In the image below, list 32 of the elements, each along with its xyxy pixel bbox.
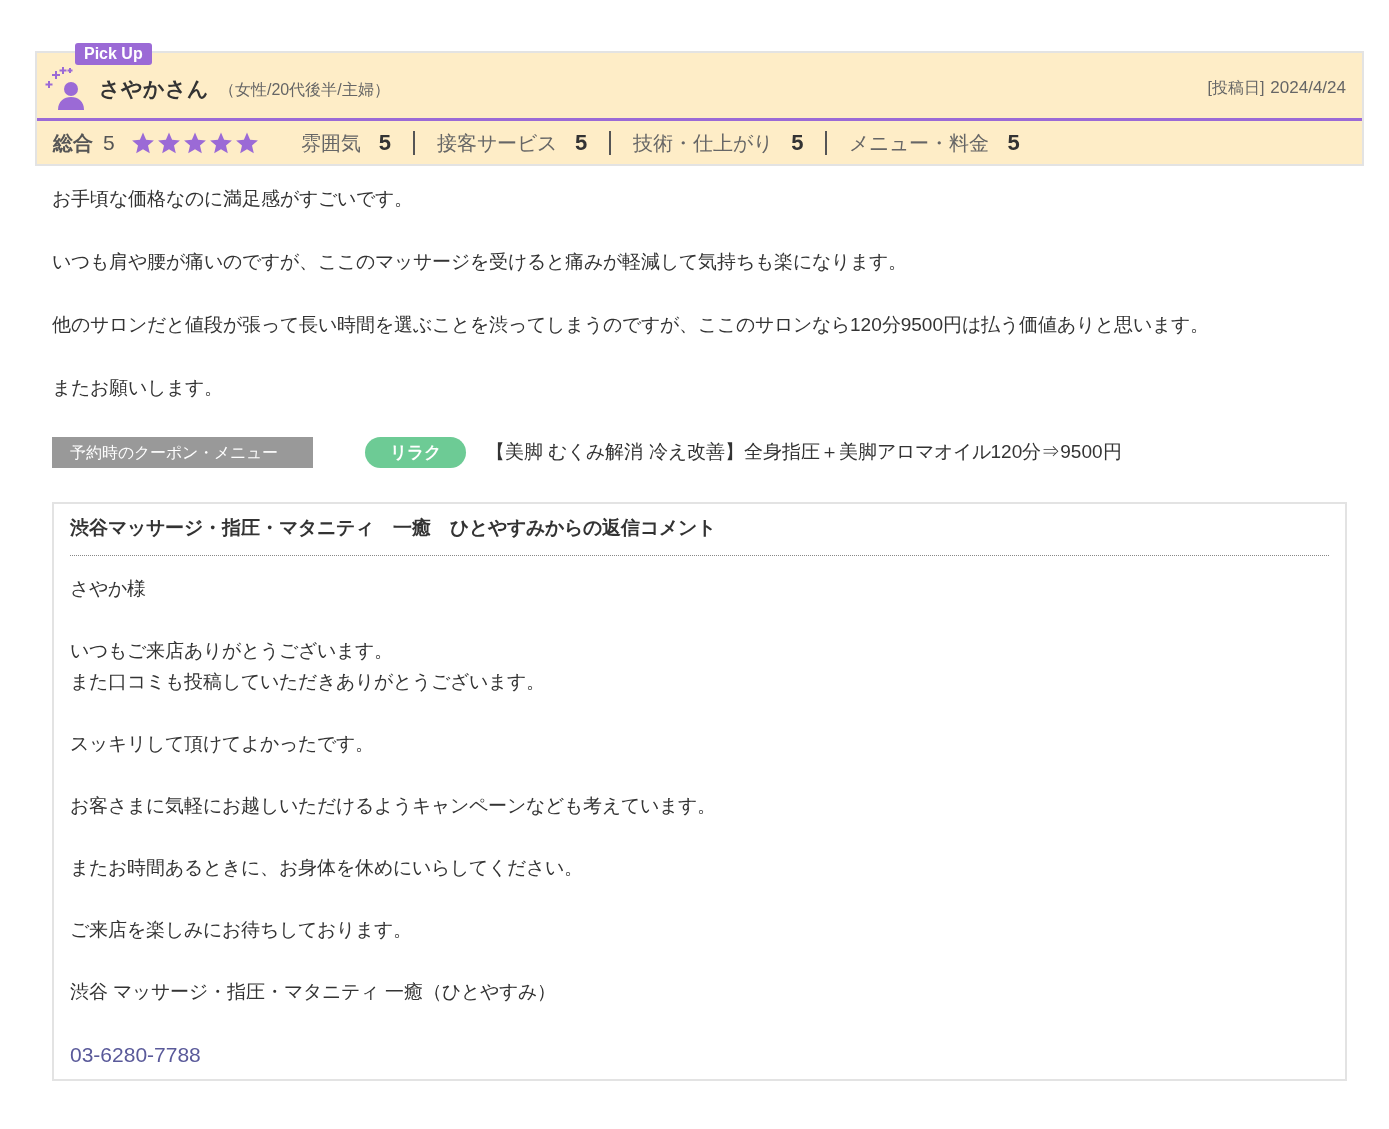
reply-title: 渋谷マッサージ・指圧・マタニティ 一癒 ひとやすみからの返信コメント	[70, 517, 716, 538]
reviewer-name: さやかさん	[99, 75, 209, 102]
rating-label: 雰囲気	[300, 130, 361, 156]
coupon-menu-text: 【美脚 むくみ解消 冷え改善】全身指圧＋美脚アロマオイル120分⇒9500円	[486, 440, 1122, 465]
post-date-label: [投稿日]	[1207, 77, 1265, 98]
review-paragraph: お手頃な価格なのに満足感がすごいです。	[52, 187, 414, 211]
rating-score: 5	[574, 129, 588, 157]
overall-score: 5	[103, 129, 115, 156]
review-paragraph: 他のサロンだと値段が張って長い時間を選ぶことを渋ってしまうのですが、ここのサロンなら120分9500円は払う価値ありと思います。	[52, 313, 1210, 337]
rating-label: 接客サービス	[436, 130, 557, 156]
review-paragraph: またお願いします。	[52, 376, 224, 400]
phone-link[interactable]: 03-6280-7788	[70, 1040, 201, 1069]
reply-text-line: さやか様	[70, 576, 147, 601]
rating-score: 5	[378, 129, 391, 157]
reply-text-line: 渋谷 マッサージ・指圧・マタニティ 一癒（ひとやすみ）	[70, 979, 557, 1004]
category-tag: リラク	[365, 437, 466, 468]
reply-text-line: また口コミも投稿していただきありがとうございます。	[70, 669, 546, 694]
rating-label: メニュー・料金	[849, 130, 990, 156]
coupon-label: 予約時のクーポン・メニュー	[52, 437, 313, 468]
rating-score: 5	[1007, 129, 1020, 157]
reply-text-line: スッキリして頂けてよかったです。	[70, 731, 375, 756]
pick-up-badge: Pick Up	[75, 43, 152, 65]
reply-text-line: またお時間あるときに、お身体を休めにいらしてください。	[70, 855, 584, 880]
reviewer-profile: （女性/20代後半/主婦）	[219, 79, 390, 100]
reply-text-line: いつもご来店ありがとうございます。	[70, 638, 394, 663]
post-date: 2024/4/24	[1270, 76, 1346, 99]
rating-score: 5	[791, 129, 804, 157]
review-paragraph: いつも肩や腰が痛いのですが、ここのマッサージを受けると痛みが軽減して気持ちも楽になります。	[52, 250, 908, 274]
overall-label: 総合	[53, 130, 93, 156]
rating-label: 技術・仕上がり	[633, 130, 774, 156]
reply-text-line: ご来店を楽しみにお待ちしております。	[70, 917, 413, 942]
reply-text-line: お客さまに気軽にお越しいただけるようキャンペーンなども考えています。	[70, 793, 717, 818]
